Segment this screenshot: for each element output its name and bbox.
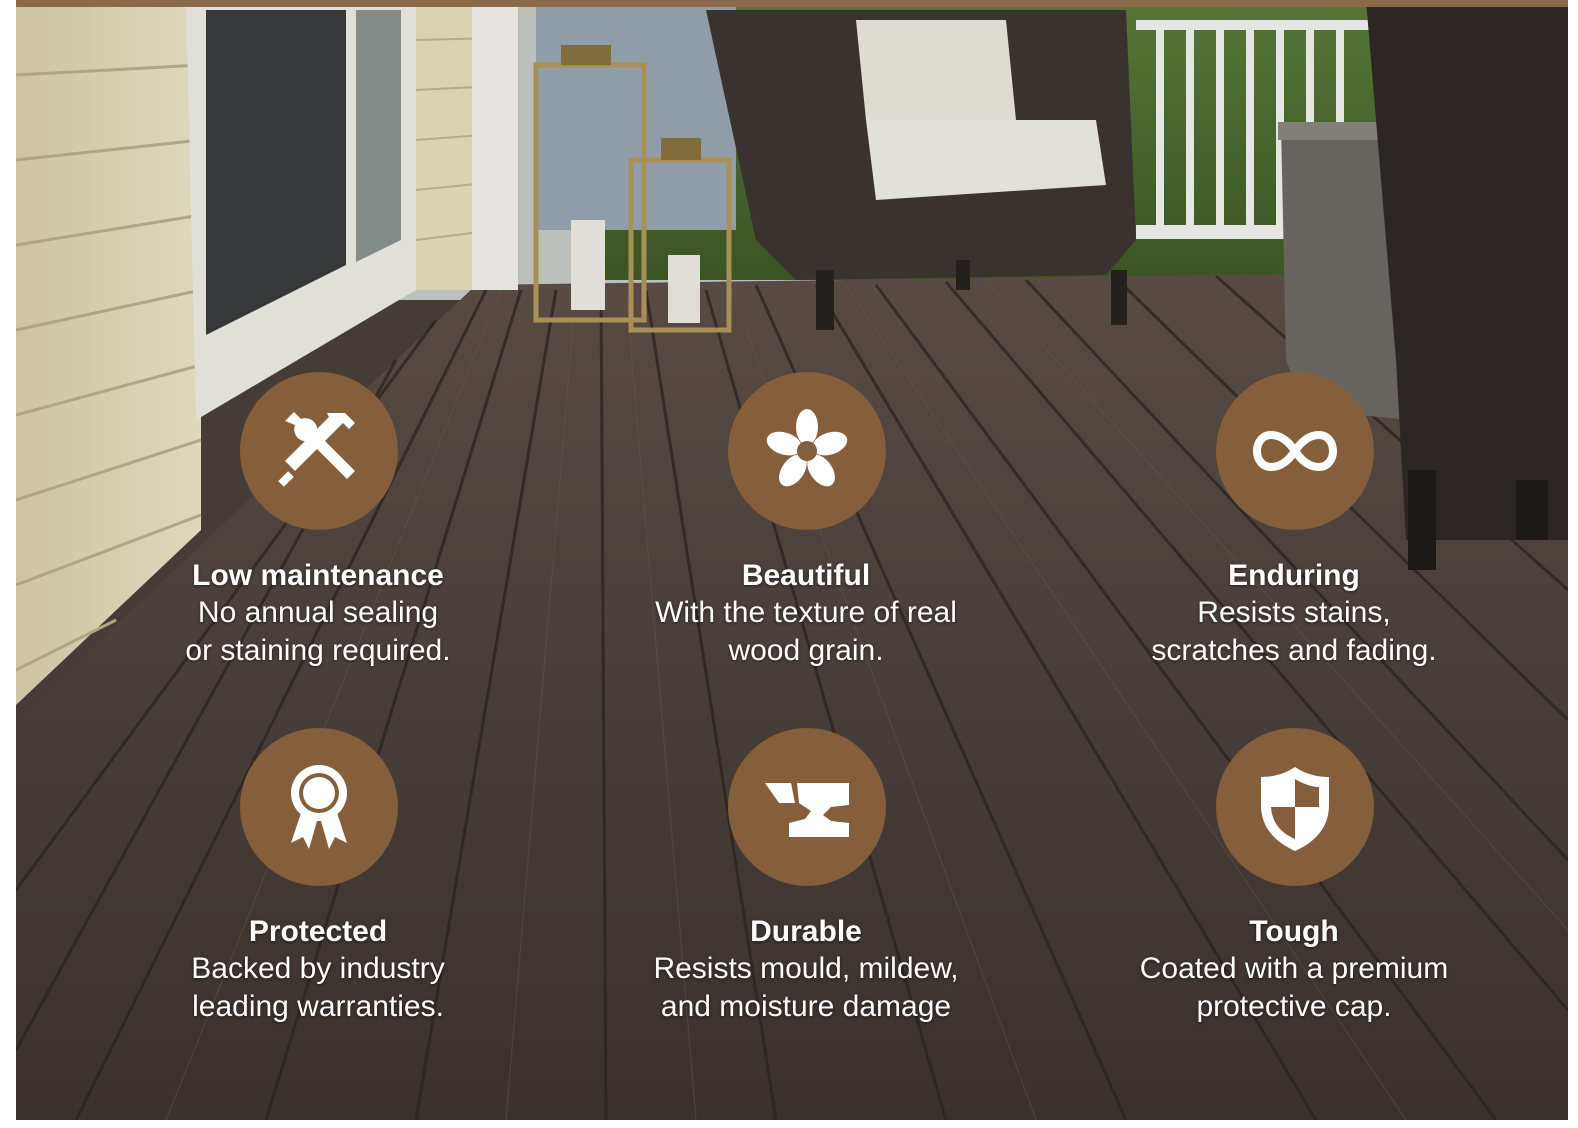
feature-title: Durable — [750, 915, 862, 948]
feature-description: Coated with a premium protective cap. — [1139, 952, 1449, 1023]
feature-protected: Protected Backed by industry leading war… — [128, 914, 508, 1026]
feature-icon-circle-durable — [728, 728, 886, 886]
feature-description: Resists stains, scratches and fading. — [1151, 596, 1437, 667]
shield-icon — [1261, 767, 1329, 851]
feature-title: Enduring — [1228, 559, 1360, 592]
feature-beautiful: Beautiful With the texture of real wood … — [616, 558, 996, 670]
feature-icon-circle-protected — [240, 728, 398, 886]
flower-icon — [766, 409, 848, 487]
feature-title: Tough — [1249, 915, 1339, 948]
infinity-icon — [1252, 430, 1338, 472]
feature-tough: Tough Coated with a premium protective c… — [1104, 914, 1484, 1026]
feature-durable: Durable Resists mould, mildew, and moist… — [616, 914, 996, 1026]
top-accent-bar — [16, 0, 1568, 7]
feature-icon-circle-low-maintenance — [240, 372, 398, 530]
feature-description: No annual sealing or staining required. — [185, 596, 451, 667]
feature-enduring: Enduring Resists stains, scratches and f… — [1104, 558, 1484, 670]
feature-title: Low maintenance — [192, 559, 444, 592]
feature-title: Beautiful — [741, 559, 871, 592]
feature-low-maintenance: Low maintenance No annual sealing or sta… — [128, 558, 508, 670]
award-ribbon-icon — [291, 765, 347, 849]
feature-icon-circle-beautiful — [728, 372, 886, 530]
feature-icon-circle-enduring — [1216, 372, 1374, 530]
feature-description: With the texture of real wood grain. — [655, 596, 957, 667]
tools-icon — [278, 412, 355, 487]
feature-title: Protected — [248, 915, 388, 948]
anvil-icon — [765, 783, 849, 837]
feature-description: Backed by industry leading warranties. — [191, 952, 445, 1023]
feature-description: Resists mould, mildew, and moisture dama… — [653, 952, 959, 1023]
feature-icon-circle-tough — [1216, 728, 1374, 886]
